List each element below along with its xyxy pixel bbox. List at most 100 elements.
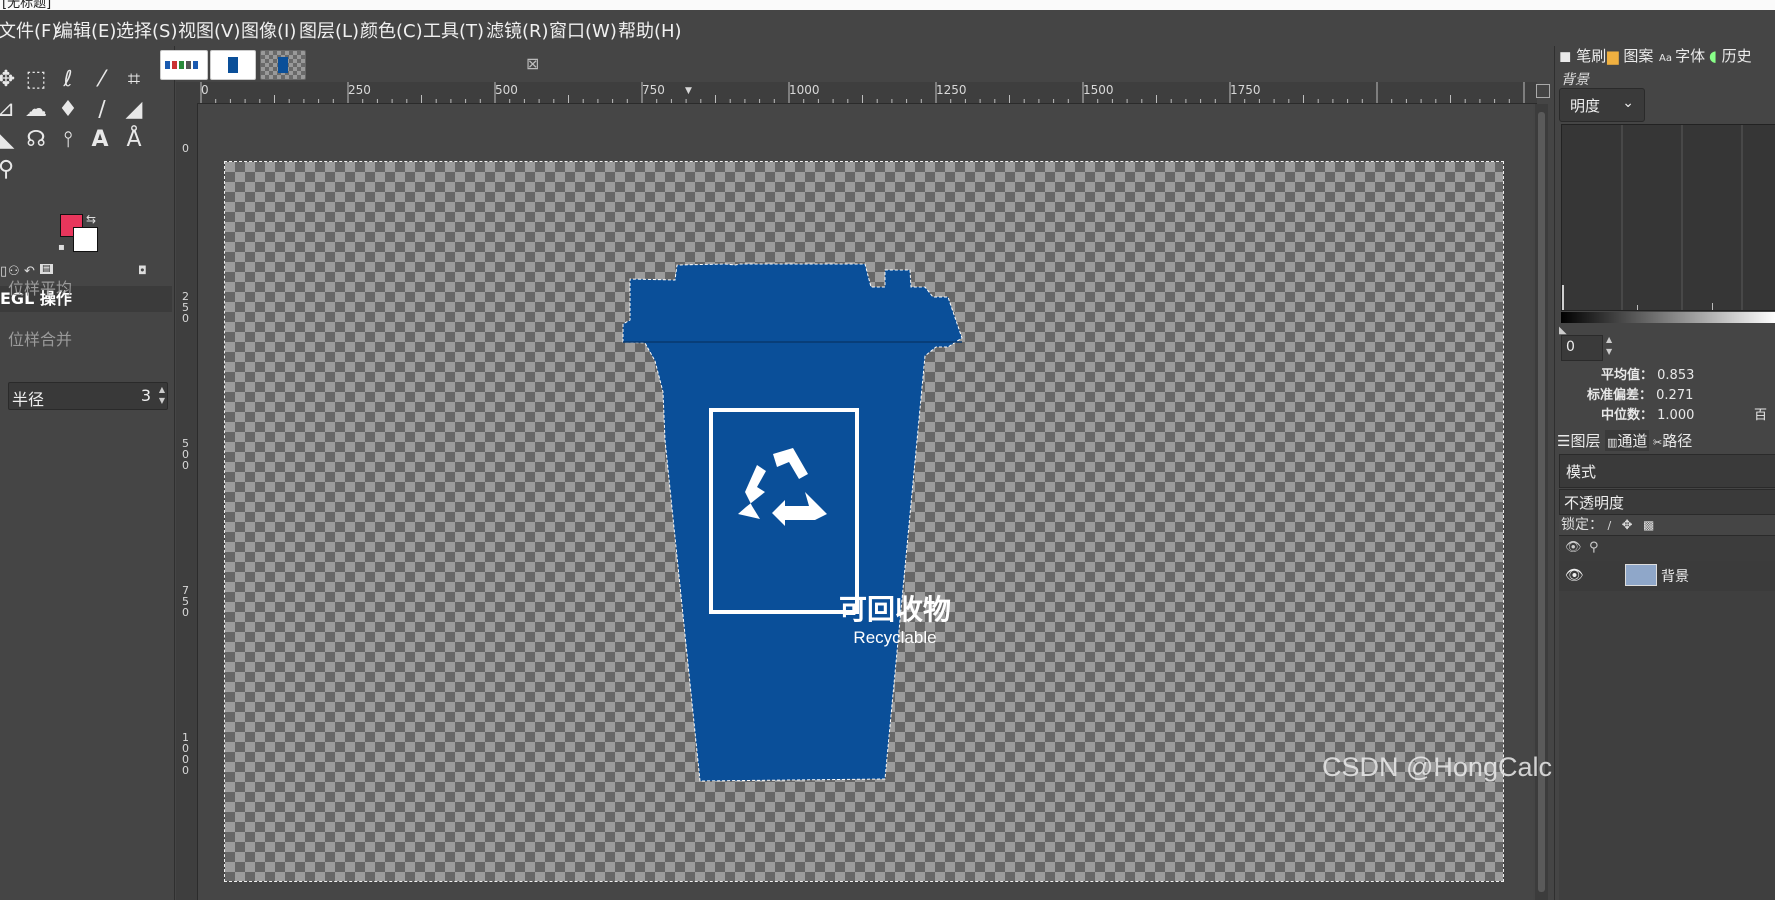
stat-mean: 平均值： 0.853 xyxy=(1601,368,1695,383)
image-tab-1-thumbnail xyxy=(165,61,198,69)
ruler-label: 1750 xyxy=(1230,83,1261,97)
patterns-tab[interactable]: ▆ 图案 xyxy=(1607,45,1653,66)
lock-pixels-icon[interactable]: ∕ xyxy=(1607,519,1611,532)
ruler-corner[interactable] xyxy=(176,82,197,103)
history-icon: ◖ xyxy=(1709,47,1722,65)
swap-colors-icon[interactable]: ⇆ xyxy=(86,212,96,226)
layer-name[interactable]: 背景 xyxy=(1661,566,1689,586)
brush-icon: ◼ xyxy=(1559,47,1577,65)
ruler-label: 500 xyxy=(495,83,518,97)
image-tab-2-thumbnail xyxy=(228,57,238,73)
bucket-fill-tool-icon[interactable]: ♦ xyxy=(54,96,82,124)
move-tool-icon[interactable]: ✥ xyxy=(0,66,20,94)
radius-value[interactable]: 3 xyxy=(141,386,151,405)
color-picker-tool-icon[interactable]: Å xyxy=(120,126,148,154)
ruler-label: 500 xyxy=(182,437,189,472)
menu-colors[interactable]: 颜色(C) xyxy=(360,17,423,43)
menu-view[interactable]: 视图(V) xyxy=(178,17,240,43)
layers-icon: ☰ xyxy=(1557,432,1571,450)
lasso-tool-icon[interactable]: ℓ xyxy=(54,66,82,94)
eraser-tool-icon[interactable]: ◢ xyxy=(120,96,148,124)
layer-opacity-field[interactable]: 不透明度 xyxy=(1559,489,1775,515)
toolbox: ✥ ⬚ ℓ ⁄ ⌗ ⊿ ☁ ♦ ∕ ◢ ◣ ☊ ⫯ A Å ⚲ ⇆ ▪ ▯ ⚇ … xyxy=(0,46,175,900)
range-start-value[interactable]: 0 xyxy=(1566,339,1575,355)
transform-tool-icon[interactable]: ⊿ xyxy=(0,96,20,124)
layers-tab[interactable]: ☰图层 xyxy=(1557,430,1600,451)
opacity-label: 不透明度 xyxy=(1564,494,1625,512)
layer-thumbnail xyxy=(1625,564,1657,586)
bin-body xyxy=(622,263,963,782)
navigate-icon[interactable] xyxy=(1536,84,1550,98)
background-color-swatch[interactable] xyxy=(73,227,98,252)
channels-tab[interactable]: ▥通道 xyxy=(1605,430,1650,451)
menu-file[interactable]: 文件(F) xyxy=(0,17,58,43)
ruler-label: 0 xyxy=(182,142,189,155)
image-tab-2[interactable] xyxy=(210,50,256,80)
menu-windows[interactable]: 窗口(W) xyxy=(549,17,617,43)
menu-edit[interactable]: 编辑(E) xyxy=(55,17,116,43)
histogram-graph[interactable] xyxy=(1561,124,1775,311)
ruler-label: 1250 xyxy=(936,83,967,97)
default-colors-icon[interactable]: ▪ xyxy=(58,242,65,253)
menu-layer[interactable]: 图层(L) xyxy=(299,17,359,43)
image-tab-1[interactable] xyxy=(160,50,208,80)
paths-tab[interactable]: ✂路径 xyxy=(1653,430,1692,451)
range-start-spinbox[interactable]: 0 ▲ ▼ xyxy=(1561,335,1612,361)
rect-select-tool-icon[interactable]: ⬚ xyxy=(22,66,50,94)
radius-label: 半径 xyxy=(12,390,45,409)
history-tab[interactable]: ◖ 历史 xyxy=(1709,45,1752,66)
layers-list-header: 👁 ⚲ xyxy=(1559,535,1775,563)
vertical-ruler[interactable]: 0 250 500 750 1000 xyxy=(176,103,198,900)
menu-help[interactable]: 帮助(H) xyxy=(618,17,682,43)
eye-icon[interactable]: 👁 xyxy=(1565,566,1584,584)
text-tool-icon[interactable]: A xyxy=(86,126,114,154)
clone-tool-icon[interactable]: ◣ xyxy=(0,126,20,154)
layer-mode-dropdown[interactable]: 模式 xyxy=(1559,454,1775,488)
visibility-header-icon: 👁 xyxy=(1565,540,1582,555)
close-tab-icon[interactable]: ⊠ xyxy=(526,54,539,73)
bin-label-english: Recyclable xyxy=(853,628,937,647)
layers-dock-tabs: ☰图层 ▥通道 ✂路径 xyxy=(1555,426,1775,454)
menu-select[interactable]: 选择(S) xyxy=(116,17,177,43)
horizontal-ruler[interactable]: 0 250 500 750 1000 1250 1500 1750 ▼ xyxy=(197,82,1537,104)
paths-icon: ✂ xyxy=(1653,436,1663,449)
histogram-layer-title: 背景 xyxy=(1561,72,1589,88)
radius-spinbox[interactable]: 半径 3 ▲ ▼ xyxy=(8,382,168,410)
crop-tool-icon[interactable]: ⌗ xyxy=(120,66,148,94)
menu-tools[interactable]: 工具(T) xyxy=(423,17,484,43)
menu-filters[interactable]: 滤镜(R) xyxy=(486,17,549,43)
lock-alpha-icon[interactable]: ▩ xyxy=(1643,518,1654,532)
smudge-tool-icon[interactable]: ☊ xyxy=(22,126,50,154)
ruler-label: 1000 xyxy=(789,83,820,97)
layer-row-background[interactable]: 👁 背景 xyxy=(1559,561,1775,591)
lock-position-icon[interactable]: ✥ xyxy=(1622,518,1633,533)
fuzzy-select-tool-icon[interactable]: ⁄ xyxy=(88,66,116,94)
title-bar: [无标题] xyxy=(0,0,1775,10)
image-canvas[interactable]: 可回收物 Recyclable xyxy=(224,161,1504,882)
channel-dropdown[interactable]: 明度 ⌄ xyxy=(1559,88,1645,122)
image-tabs-bar: ⊠ xyxy=(160,46,1546,82)
watermark: CSDN @HongCalc xyxy=(1322,752,1552,782)
font-icon: Aa xyxy=(1659,53,1676,64)
sample-average-option[interactable]: 位样平均 xyxy=(8,275,72,299)
spin-arrows-icon[interactable]: ▲ ▼ xyxy=(159,384,165,406)
fonts-tab[interactable]: Aa 字体 xyxy=(1659,45,1705,66)
image-tab-3-active[interactable] xyxy=(260,50,306,80)
spin-arrows-icon[interactable]: ▲ ▼ xyxy=(1606,334,1612,358)
layers-list[interactable] xyxy=(1559,591,1775,900)
tool-options-tab-icon[interactable]: ▯ xyxy=(0,264,7,279)
bin-label-chinese: 可回收物 xyxy=(838,593,951,626)
images-tab-icon[interactable]: ▤ xyxy=(40,264,53,274)
histogram-gradient xyxy=(1561,312,1775,323)
sample-merged-option[interactable]: 位样合并 xyxy=(8,326,72,350)
zoom-tool-icon[interactable]: ⚲ xyxy=(0,156,20,184)
paths-tool-icon[interactable]: ⫯ xyxy=(54,126,82,154)
warp-tool-icon[interactable]: ☁ xyxy=(22,96,50,124)
brushes-tab[interactable]: ◼ 笔刷 xyxy=(1559,45,1606,66)
stat-percentile-label: 百 xyxy=(1754,408,1768,423)
histogram-svg xyxy=(1562,125,1743,310)
paintbrush-tool-icon[interactable]: ∕ xyxy=(88,96,116,124)
configure-tab-icon[interactable]: ◘ xyxy=(138,264,147,277)
chevron-down-icon: ⌄ xyxy=(1622,95,1634,111)
menu-image[interactable]: 图像(I) xyxy=(241,17,296,43)
